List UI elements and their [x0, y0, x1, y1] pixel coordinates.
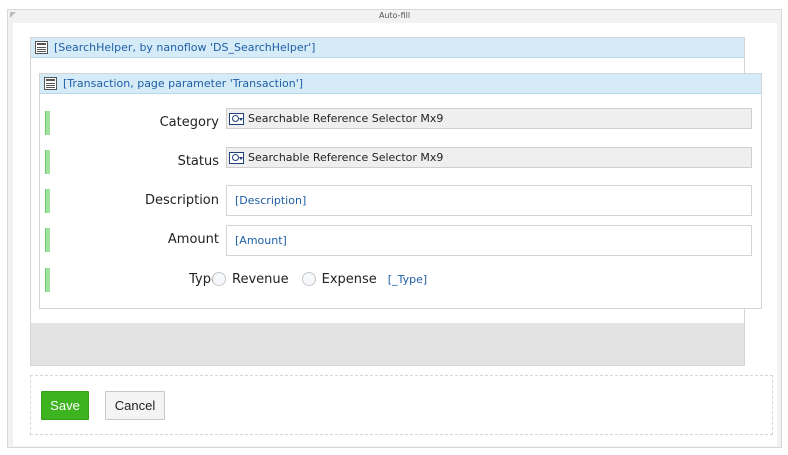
field-marker	[45, 189, 50, 213]
status-reference-selector[interactable]: Searchable Reference Selector Mx9	[226, 147, 752, 168]
transaction-dataview-header[interactable]: [Transaction, page parameter 'Transactio…	[40, 74, 761, 94]
revenue-radio-label[interactable]: Revenue	[232, 272, 289, 287]
cancel-button[interactable]: Cancel	[105, 391, 165, 420]
field-marker	[45, 111, 50, 135]
transaction-dataview: [Transaction, page parameter 'Transactio…	[39, 73, 762, 309]
description-input[interactable]: [Description]	[226, 185, 752, 216]
category-widget-name: Searchable Reference Selector Mx9	[248, 112, 444, 125]
type-attribute-binding: [_Type]	[387, 272, 428, 286]
description-label: Description	[144, 193, 219, 208]
autofill-popup: Auto-fill [SearchHelper, by nanoflow 'DS…	[7, 9, 782, 448]
dataview-icon	[44, 77, 57, 90]
field-marker	[45, 150, 50, 174]
save-button[interactable]: Save	[41, 391, 89, 420]
amount-input[interactable]: [Amount]	[226, 225, 752, 256]
type-radio-group: Revenue Expense [_Type]	[212, 270, 427, 288]
reference-selector-icon	[229, 151, 244, 164]
description-row: Description [Description]	[40, 185, 761, 216]
description-binding: [Description]	[235, 194, 307, 207]
searchhelper-dataview: [SearchHelper, by nanoflow 'DS_SearchHel…	[30, 37, 762, 366]
amount-binding: [Amount]	[235, 234, 287, 247]
field-marker	[45, 268, 50, 292]
popup-title: Auto-fill	[378, 11, 411, 20]
field-marker	[45, 228, 50, 252]
reference-selector-icon	[229, 112, 244, 125]
amount-label: Amount	[167, 232, 219, 247]
button-container: Save Cancel	[30, 375, 773, 435]
type-row: Type Revenue Expense [_Type]	[40, 264, 761, 294]
category-label: Category	[159, 115, 219, 130]
category-reference-selector[interactable]: Searchable Reference Selector Mx9	[226, 108, 752, 129]
status-widget-name: Searchable Reference Selector Mx9	[248, 151, 444, 164]
amount-row: Amount [Amount]	[40, 224, 761, 256]
popup-content: [SearchHelper, by nanoflow 'DS_SearchHel…	[13, 23, 777, 446]
transaction-dataview-label: [Transaction, page parameter 'Transactio…	[63, 77, 304, 90]
category-row: Category Searchable Reference Selector M…	[40, 107, 761, 137]
status-label: Status	[177, 154, 219, 169]
searchhelper-dataview-footer	[31, 323, 744, 365]
revenue-radio[interactable]	[212, 272, 226, 286]
searchhelper-dataview-header[interactable]: [SearchHelper, by nanoflow 'DS_SearchHel…	[31, 38, 744, 58]
searchhelper-dataview-label: [SearchHelper, by nanoflow 'DS_SearchHel…	[54, 41, 316, 54]
dataview-icon	[35, 41, 48, 54]
status-row: Status Searchable Reference Selector Mx9	[40, 146, 761, 176]
expense-radio-label[interactable]: Expense	[322, 272, 377, 287]
expense-radio[interactable]	[301, 272, 316, 286]
